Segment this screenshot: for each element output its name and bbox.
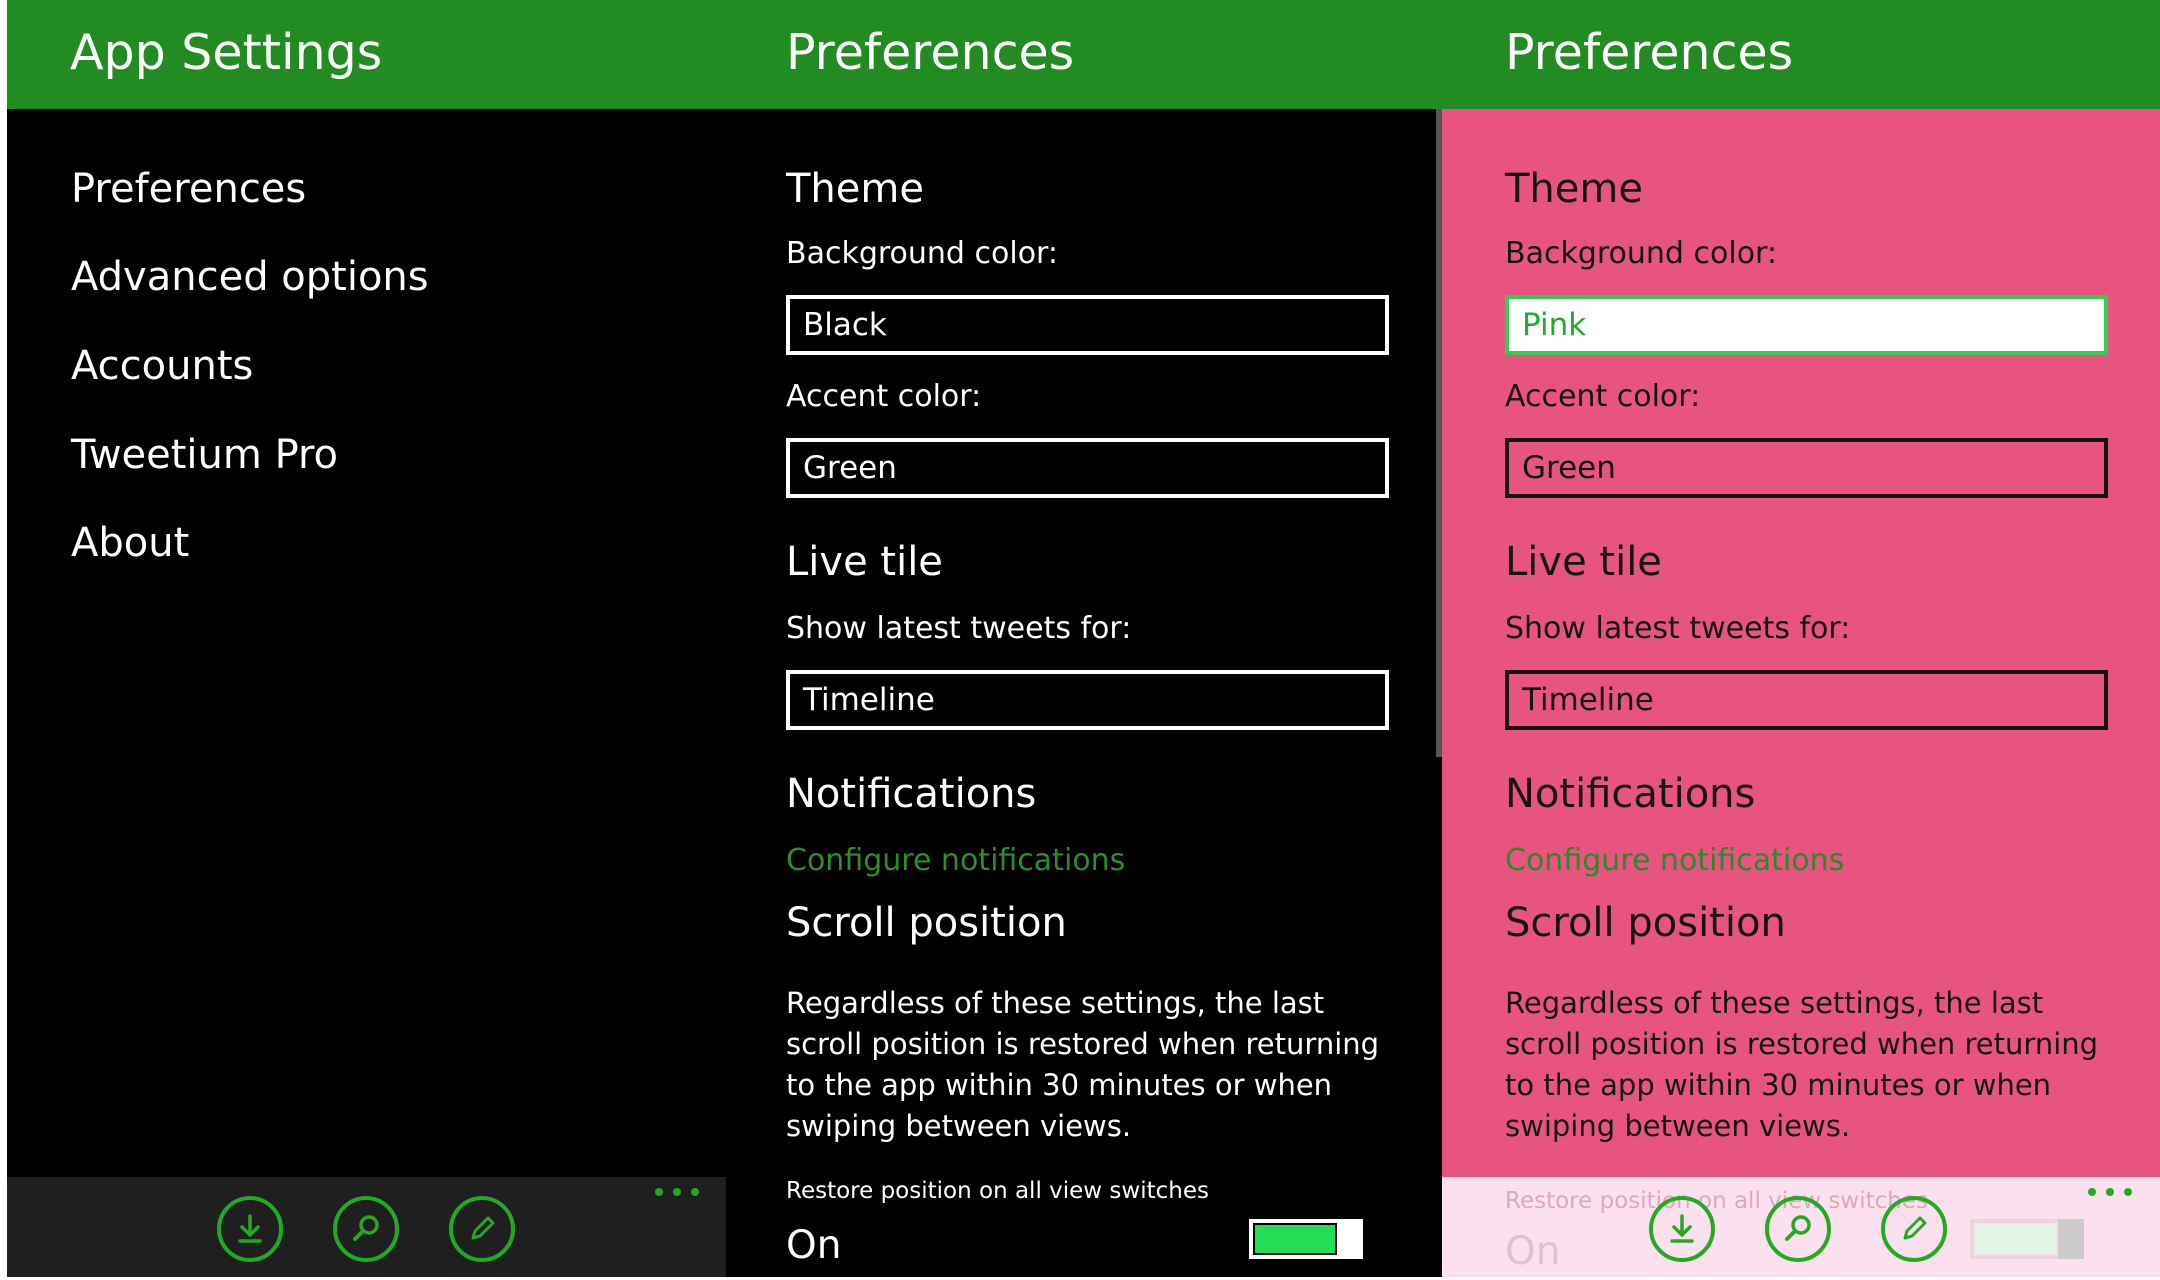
- more-options-icon[interactable]: [655, 1177, 699, 1207]
- scroll-position-section-title: Scroll position: [1505, 900, 1786, 946]
- restore-position-state: On: [786, 1223, 842, 1268]
- preferences-header: Preferences: [726, 0, 1442, 109]
- menu-item-advanced-options[interactable]: Advanced options: [71, 254, 429, 300]
- scroll-position-section-title: Scroll position: [786, 900, 1067, 946]
- search-icon: [1785, 1215, 1811, 1241]
- background-color-select[interactable]: Pink: [1505, 295, 2108, 355]
- compose-button[interactable]: [1881, 1196, 1947, 1262]
- app-bar: Restore position on all view switches On: [1442, 1177, 2160, 1277]
- scroll-position-description: Regardless of these settings, the last s…: [1505, 986, 2099, 1143]
- download-button[interactable]: [217, 1196, 283, 1262]
- restore-position-label: Restore position on all view switches: [1505, 1188, 1928, 1214]
- edit-icon: [471, 1216, 495, 1240]
- app-settings-panel: App Settings Preferences Advanced option…: [7, 0, 726, 1277]
- preferences-header: Preferences: [1442, 0, 2160, 109]
- download-icon: [1670, 1214, 1694, 1243]
- accent-color-select[interactable]: Green: [1505, 438, 2108, 498]
- page-title: App Settings: [70, 24, 383, 81]
- preferences-panel-dark: Preferences Theme Background color: Blac…: [726, 0, 1442, 1277]
- restore-position-toggle[interactable]: [1249, 1219, 1363, 1259]
- theme-section-title: Theme: [1505, 166, 1643, 212]
- edit-icon: [1903, 1216, 1927, 1240]
- menu-item-about[interactable]: About: [71, 520, 189, 566]
- download-icon: [238, 1214, 262, 1243]
- live-tile-section-title: Live tile: [786, 539, 943, 585]
- search-button[interactable]: [1765, 1196, 1831, 1262]
- background-color-label: Background color:: [1505, 236, 1777, 271]
- preferences-panel-pink: Preferences Theme Background color: Pink…: [1442, 0, 2160, 1277]
- app-settings-header: App Settings: [7, 0, 726, 109]
- app-bar: [7, 1177, 726, 1277]
- notifications-section-title: Notifications: [786, 771, 1037, 817]
- live-tile-label: Show latest tweets for:: [1505, 611, 1851, 646]
- menu-item-preferences[interactable]: Preferences: [71, 166, 306, 212]
- background-color-select[interactable]: Black: [786, 295, 1389, 355]
- notifications-section-title: Notifications: [1505, 771, 1756, 817]
- search-button[interactable]: [333, 1196, 399, 1262]
- restore-position-state: On: [1505, 1229, 1561, 1274]
- restore-position-toggle[interactable]: [1970, 1219, 2084, 1259]
- accent-color-label: Accent color:: [1505, 379, 1701, 414]
- live-tile-label: Show latest tweets for:: [786, 611, 1132, 646]
- scroll-position-description: Regardless of these settings, the last s…: [786, 986, 1380, 1143]
- live-tile-select[interactable]: Timeline: [786, 670, 1389, 730]
- background-color-label: Background color:: [786, 236, 1058, 271]
- live-tile-select[interactable]: Timeline: [1505, 670, 2108, 730]
- menu-item-accounts[interactable]: Accounts: [71, 343, 253, 389]
- page-title: Preferences: [786, 24, 1075, 81]
- restore-position-label: Restore position on all view switches: [786, 1178, 1209, 1204]
- accent-color-label: Accent color:: [786, 379, 982, 414]
- theme-section-title: Theme: [786, 166, 924, 212]
- live-tile-section-title: Live tile: [1505, 539, 1662, 585]
- configure-notifications-link[interactable]: Configure notifications: [1505, 843, 1844, 878]
- search-icon: [353, 1215, 379, 1241]
- accent-color-select[interactable]: Green: [786, 438, 1389, 498]
- download-button[interactable]: [1649, 1196, 1715, 1262]
- configure-notifications-link[interactable]: Configure notifications: [786, 843, 1125, 878]
- compose-button[interactable]: [449, 1196, 515, 1262]
- menu-item-tweetium-pro[interactable]: Tweetium Pro: [71, 432, 338, 478]
- more-options-icon[interactable]: [2088, 1177, 2132, 1207]
- page-title: Preferences: [1505, 24, 1794, 81]
